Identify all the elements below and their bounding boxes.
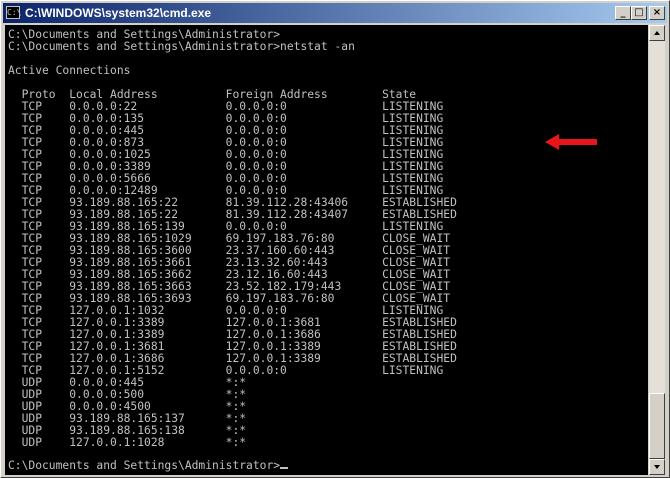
console-output[interactable]: C:\Documents and Settings\Administrator>… xyxy=(5,25,648,475)
command-prompt[interactable]: C:\Documents and Settings\Administrator> xyxy=(8,459,289,472)
maximize-button[interactable]: □ xyxy=(631,6,647,20)
up-arrow-icon xyxy=(654,31,660,35)
console-line: Active Connections xyxy=(8,64,131,77)
window-title: C:\WINDOWS\system32\cmd.exe xyxy=(25,6,212,20)
title-bar[interactable]: C:\ C:\WINDOWS\system32\cmd.exe _ □ × xyxy=(3,3,667,23)
scrollbar-thumb[interactable] xyxy=(649,393,665,459)
minimize-icon: _ xyxy=(620,7,626,18)
cmd-window: C:\ C:\WINDOWS\system32\cmd.exe _ □ × C:… xyxy=(0,0,670,478)
console-lines: C:\Documents and Settings\Administrator>… xyxy=(8,29,457,449)
down-arrow-icon xyxy=(654,465,660,469)
close-icon: × xyxy=(652,7,662,18)
text-cursor xyxy=(280,467,289,469)
minimize-button[interactable]: _ xyxy=(615,6,631,20)
prompt-text: C:\Documents and Settings\Administrator> xyxy=(8,459,281,472)
scroll-down-button[interactable] xyxy=(649,459,665,475)
close-button[interactable]: × xyxy=(649,6,665,20)
vertical-scrollbar[interactable] xyxy=(649,25,665,475)
maximize-icon: □ xyxy=(634,7,644,18)
red-arrow-left-icon xyxy=(545,134,597,150)
console-line: UDP 127.0.0.1:1028 *:* xyxy=(8,436,247,449)
cmd-app-icon[interactable]: C:\ xyxy=(6,6,21,19)
console-line: C:\Documents and Settings\Administrator>… xyxy=(8,40,355,53)
scroll-up-button[interactable] xyxy=(649,25,665,41)
